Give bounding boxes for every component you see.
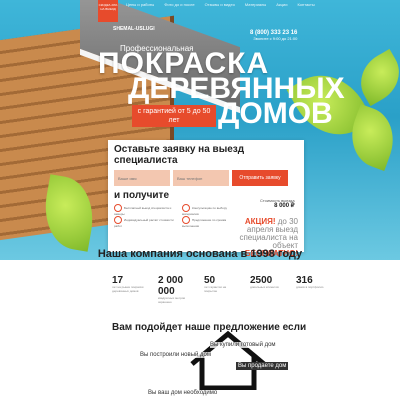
menu-item[interactable]: Контакты <box>297 2 314 7</box>
stat-item: 2 000 000 квадратных метров окрашено <box>158 275 190 304</box>
phone-hours: Звоните с 9:00 до 21:00 <box>253 36 298 41</box>
stat-label: лет гарантии на покрытие <box>204 285 227 293</box>
offer-item: Вы ваш дом необходимо <box>148 390 218 396</box>
submit-request-button[interactable]: Отправить заявку <box>232 170 288 186</box>
logo[interactable]: SHEMAL-USLUGI <box>113 26 155 32</box>
stat-item: 316 домов в портфолио <box>296 275 328 304</box>
form-title: Оставьте заявку на выезд специалиста <box>114 144 245 166</box>
check-icon <box>182 204 190 212</box>
phone-input[interactable] <box>173 170 229 186</box>
stat-label: квадратных метров окрашено <box>158 296 186 304</box>
discount-badge[interactable]: СКИДКА 20% НА ВЫЕЗД <box>98 0 118 22</box>
house-outline-icon <box>190 330 266 390</box>
stat-item: 17 лет на рынке покраски деревянных домов <box>112 275 144 304</box>
stat-item: 2500 довольных клиентов <box>250 275 282 304</box>
stat-value: 2 000 000 <box>158 275 184 297</box>
and-get-heading: и получите <box>114 190 170 201</box>
company-founded-heading: Наша компания основана в 1998 году <box>97 248 303 260</box>
benefit-item: Консультацию по выбору материалов <box>182 204 227 216</box>
request-form-card: Оставьте заявку на выезд специалиста Отп… <box>108 140 304 258</box>
stat-label: довольных клиентов <box>250 285 279 289</box>
stats-row: 17 лет на рынке покраски деревянных домов… <box>112 275 323 304</box>
check-icon <box>114 216 122 224</box>
stat-item: 50 лет гарантии на покрытие <box>204 275 236 304</box>
price-value: 8 000 ₽ <box>274 203 295 209</box>
check-icon <box>182 216 190 224</box>
stat-label: лет на рынке покраски деревянных домов <box>112 285 144 293</box>
stat-label: домов в портфолио <box>296 285 324 289</box>
check-icon <box>114 204 122 212</box>
hero-title-line3: ДОМОВ <box>218 97 333 130</box>
visit-price: Стоимость выезда 8 000 ₽ <box>260 198 295 209</box>
benefit-item: Индивидуальный расчёт стоимости работ <box>114 216 174 228</box>
menu-item[interactable]: Фото до и после <box>164 2 194 7</box>
name-input[interactable] <box>114 170 170 186</box>
offer-item: Вы купили готовый дом <box>210 342 276 348</box>
benefit-item: Бесплатный выезд специалиста и замеры <box>114 204 172 216</box>
header-phone[interactable]: 8 (800) 333 23 16 Звоните с 9:00 до 21:0… <box>250 30 297 42</box>
offer-item: Вы построили новый дом <box>140 352 211 358</box>
offer-item: Вы продаете дом <box>236 362 289 370</box>
guarantee-badge: с гарантией от 5 до 50 лет <box>132 105 216 127</box>
top-menu: Цены и работы Фото до и после Отзывы и в… <box>126 2 315 7</box>
menu-item[interactable]: Акции <box>276 2 287 7</box>
menu-item[interactable]: Материалы <box>245 2 266 7</box>
menu-item[interactable]: Цены и работы <box>126 2 154 7</box>
menu-item[interactable]: Отзывы и видео <box>205 2 235 7</box>
